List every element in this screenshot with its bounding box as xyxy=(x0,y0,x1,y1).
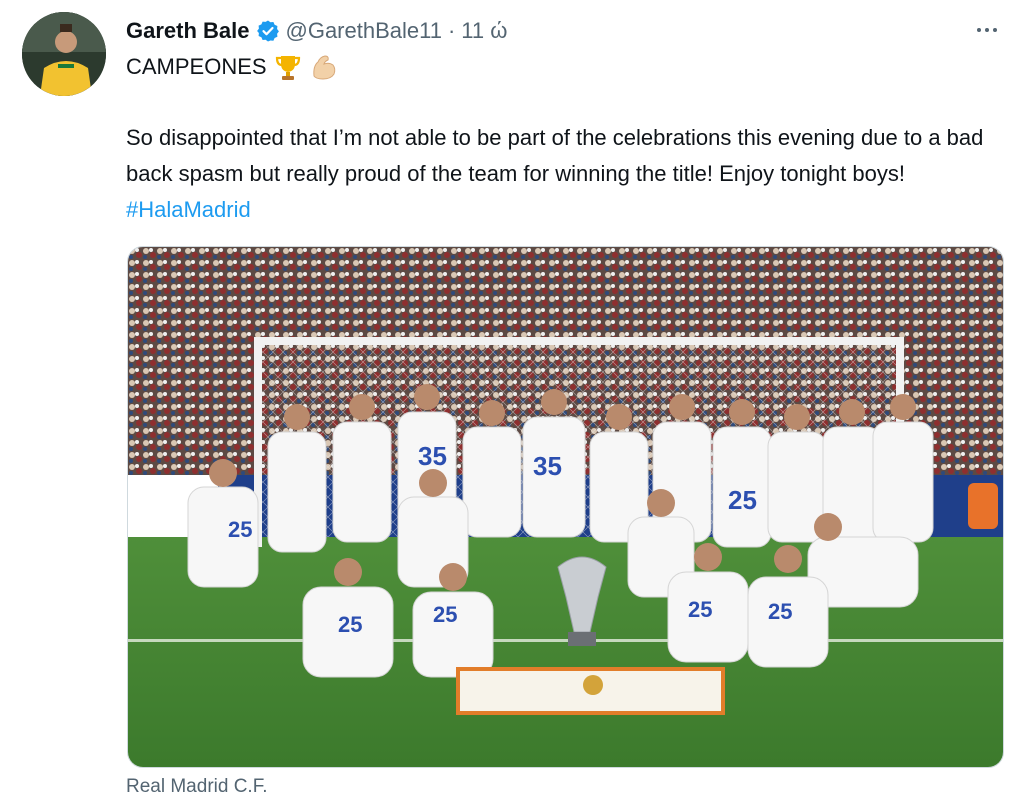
tweet-first-line: CAMPEONES xyxy=(126,52,339,82)
verified-badge-icon xyxy=(256,20,279,42)
tweet-body-text: So disappointed that I’m not able to be … xyxy=(126,125,984,186)
timestamp[interactable]: 11 ώ xyxy=(461,18,507,44)
team-celebration-photo: 35 35 25 25 25 25 25 25 xyxy=(128,247,1003,767)
handle[interactable]: @GarethBale11 xyxy=(286,18,442,44)
svg-text:25: 25 xyxy=(228,517,252,542)
more-options-icon[interactable] xyxy=(972,18,1002,42)
svg-text:25: 25 xyxy=(728,485,757,515)
svg-text:25: 25 xyxy=(768,599,792,624)
media-caption[interactable]: Real Madrid C.F. xyxy=(126,776,268,798)
trophy-icon xyxy=(275,56,300,80)
tweet-media-photo[interactable]: 35 35 25 25 25 25 25 25 xyxy=(127,246,1004,768)
svg-text:25: 25 xyxy=(433,602,457,627)
svg-text:35: 35 xyxy=(418,441,447,471)
tweet-body: So disappointed that I’m not able to be … xyxy=(126,120,1006,228)
campeones-text: CAMPEONES xyxy=(126,54,267,79)
avatar-image xyxy=(22,12,106,96)
svg-text:35: 35 xyxy=(533,451,562,481)
svg-text:25: 25 xyxy=(688,597,712,622)
hashtag-link[interactable]: #HalaMadrid xyxy=(126,197,251,222)
tweet-header: Gareth Bale @GarethBale11 · 11 ώ xyxy=(126,14,507,48)
flexed-biceps-icon xyxy=(312,55,335,80)
separator-dot: · xyxy=(447,18,456,43)
svg-text:25: 25 xyxy=(338,612,362,637)
display-name[interactable]: Gareth Bale xyxy=(126,18,250,44)
avatar[interactable] xyxy=(22,12,106,96)
